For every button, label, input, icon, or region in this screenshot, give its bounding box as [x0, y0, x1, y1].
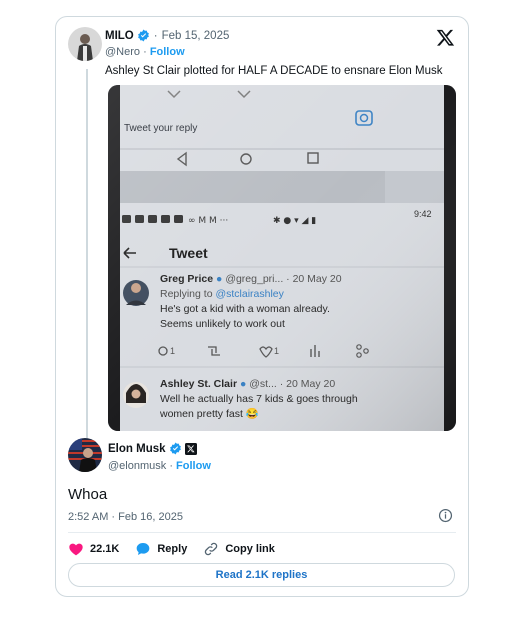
read-replies-button[interactable]: Read 2.1K replies: [68, 563, 455, 587]
dot-separator: ·: [143, 46, 147, 58]
media-greg-text-line1: He's got a kid with a woman already.: [160, 303, 330, 315]
milo-avatar[interactable]: [68, 27, 102, 61]
media-ashley-text-line2: women pretty fast 😂: [160, 408, 259, 420]
x-affiliate-badge-icon: [184, 442, 197, 455]
tweet-text: Whoa: [68, 486, 108, 503]
media-greg-handle: @greg_pri...: [225, 273, 284, 285]
media-reply-placeholder: Tweet your reply: [124, 123, 198, 134]
elon-handle[interactable]: @elonmusk: [108, 460, 166, 472]
reply-button[interactable]: Reply: [135, 541, 187, 557]
action-bar: 22.1K Reply Copy link: [68, 539, 291, 559]
media-replying-prefix: Replying to: [160, 288, 213, 300]
quoted-tweet-text: Ashley St Clair plotted for HALF A DECAD…: [105, 65, 443, 77]
media-greg-date: · 20 May 20: [286, 273, 342, 285]
heart-icon: [69, 543, 83, 556]
tweet-timestamp[interactable]: 2:52 AM · Feb 16, 2025: [68, 511, 183, 523]
elon-author-name[interactable]: Elon Musk: [108, 443, 166, 455]
media-greg-like-count: 1: [274, 346, 280, 356]
verified-badge-icon: [169, 442, 182, 455]
milo-handle[interactable]: @Nero: [105, 46, 140, 58]
media-replying-handle: @stclairashley: [215, 288, 284, 300]
embedded-tweet-card: MILO · Feb 15, 2025 @Nero · Follow Ashle…: [55, 16, 469, 597]
verified-badge-icon: [137, 29, 150, 42]
divider: [68, 532, 456, 533]
milo-tweet-date[interactable]: Feb 15, 2025: [162, 30, 230, 42]
elon-avatar[interactable]: [68, 438, 102, 472]
copy-link-button[interactable]: Copy link: [203, 541, 275, 557]
dot-separator: ·: [153, 29, 158, 42]
media-ashley-text-line1: Well he actually has 7 kids & goes throu…: [160, 393, 358, 405]
follow-milo-button[interactable]: Follow: [150, 46, 185, 58]
media-ashley-name: Ashley St. Clair: [160, 378, 238, 390]
reply-bubble-icon: [137, 543, 150, 555]
link-icon: [205, 542, 218, 556]
reply-label: Reply: [157, 543, 188, 555]
like-button[interactable]: 22.1K: [68, 541, 119, 557]
media-ashley-date: · 20 May 20: [279, 378, 336, 390]
like-count: 22.1K: [90, 543, 120, 555]
media-greg-text-line2: Seems unlikely to work out: [160, 318, 285, 330]
media-tweet-header-title: Tweet: [169, 245, 208, 261]
copy-link-label: Copy link: [225, 543, 275, 555]
media-ashley-handle: @st...: [249, 378, 277, 390]
media-greg-reply-count: 1: [170, 346, 176, 356]
info-icon[interactable]: [438, 508, 453, 528]
x-logo-icon[interactable]: [436, 28, 455, 47]
media-status-time: 9:42: [414, 209, 432, 219]
media-reply-greg: Greg Price ● @greg_pri... · 20 May 20 Re…: [160, 273, 342, 330]
media-greg-name: Greg Price: [160, 273, 214, 285]
milo-author-name[interactable]: MILO: [105, 30, 134, 42]
dot-separator: ·: [169, 460, 173, 472]
follow-elon-button[interactable]: Follow: [176, 460, 211, 472]
thread-line: [86, 69, 88, 441]
media-reply-ashley: Ashley St. Clair ● @st... · 20 May 20 We…: [160, 378, 358, 420]
tweet-photo[interactable]: ∞ M M ··· ✱ ● ▾ ◢ ▮ Tweet your reply 9:4…: [108, 85, 456, 431]
